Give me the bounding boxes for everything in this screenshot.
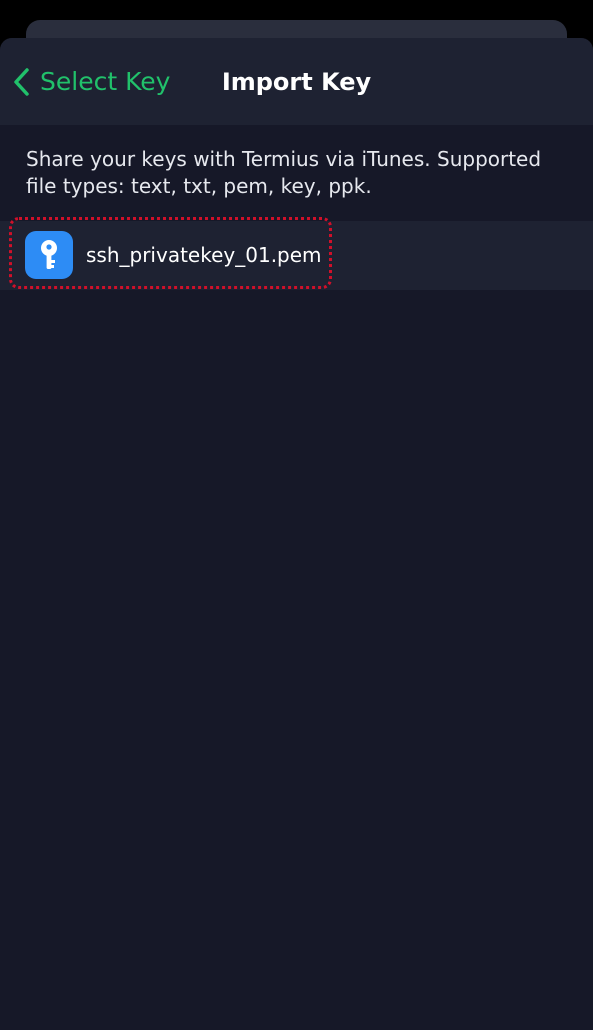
page-title: Import Key [221, 68, 372, 96]
file-list-item[interactable]: ssh_privatekey_01.pem [0, 221, 593, 290]
key-icon [25, 231, 73, 279]
import-key-sheet: Select Key Import Key Share your keys wi… [0, 38, 593, 1030]
import-instructions: Share your keys with Termius via iTunes.… [26, 147, 542, 198]
file-name: ssh_privatekey_01.pem [86, 243, 322, 267]
navigation-bar: Select Key Import Key [0, 38, 593, 125]
